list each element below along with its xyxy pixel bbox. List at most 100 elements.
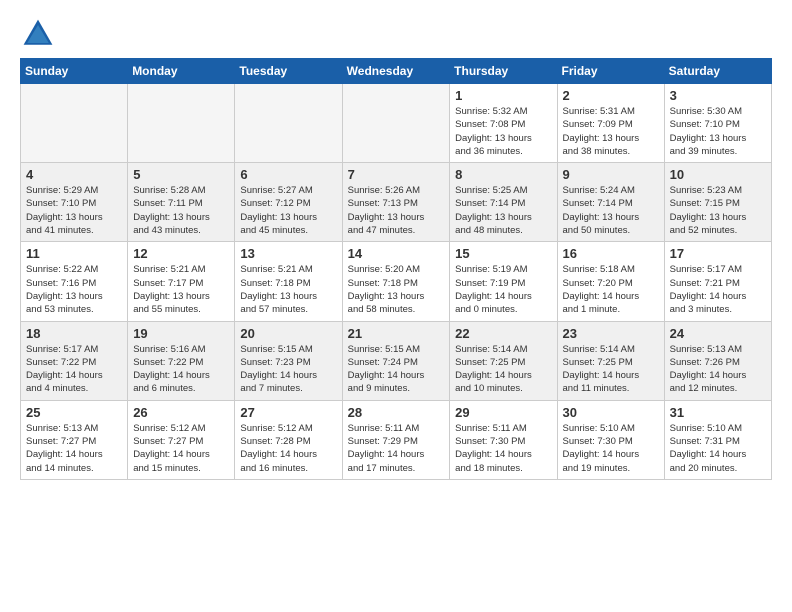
logo xyxy=(20,16,62,52)
day-info: Sunrise: 5:21 AM Sunset: 7:17 PM Dayligh… xyxy=(133,263,229,316)
logo-icon xyxy=(20,16,56,52)
day-info: Sunrise: 5:10 AM Sunset: 7:31 PM Dayligh… xyxy=(670,422,766,475)
day-number: 23 xyxy=(563,326,659,341)
day-number: 11 xyxy=(26,246,122,261)
day-info: Sunrise: 5:21 AM Sunset: 7:18 PM Dayligh… xyxy=(240,263,336,316)
calendar-cell: 4Sunrise: 5:29 AM Sunset: 7:10 PM Daylig… xyxy=(21,163,128,242)
day-number: 17 xyxy=(670,246,766,261)
day-number: 26 xyxy=(133,405,229,420)
calendar-cell: 12 Sunrise: 5:21 AM Sunset: 7:17 PM Dayli… xyxy=(128,242,235,321)
calendar-cell: 25Sunrise: 5:13 AM Sunset: 7:27 PM Dayli… xyxy=(21,400,128,479)
day-number: 27 xyxy=(240,405,336,420)
calendar-cell: 23 Sunrise: 5:14 AM Sunset: 7:25 PM Dayli… xyxy=(557,321,664,400)
calendar-cell: 10Sunrise: 5:23 AM Sunset: 7:15 PM Dayli… xyxy=(664,163,771,242)
day-number: 20 xyxy=(240,326,336,341)
day-info: Sunrise: 5:18 AM Sunset: 7:20 PM Dayligh… xyxy=(563,263,659,316)
day-info: Sunrise: 5:14 AM Sunset: 7:25 PM Dayligh… xyxy=(563,343,659,396)
calendar-cell xyxy=(21,84,128,163)
weekday-header: Tuesday xyxy=(235,59,342,84)
day-number: 19 xyxy=(133,326,229,341)
calendar-header-row: SundayMondayTuesdayWednesdayThursdayFrid… xyxy=(21,59,772,84)
day-info: Sunrise: 5:14 AM Sunset: 7:25 PM Dayligh… xyxy=(455,343,551,396)
page-header xyxy=(20,16,772,52)
calendar-cell: 24 Sunrise: 5:13 AM Sunset: 7:26 PM Dayli… xyxy=(664,321,771,400)
day-info: Sunrise: 5:20 AM Sunset: 7:18 PM Dayligh… xyxy=(348,263,445,316)
weekday-header: Wednesday xyxy=(342,59,450,84)
calendar-cell: 14 Sunrise: 5:20 AM Sunset: 7:18 PM Dayli… xyxy=(342,242,450,321)
day-info: Sunrise: 5:32 AM Sunset: 7:08 PM Dayligh… xyxy=(455,105,551,158)
calendar-cell: 29Sunrise: 5:11 AM Sunset: 7:30 PM Dayli… xyxy=(450,400,557,479)
day-info: Sunrise: 5:24 AM Sunset: 7:14 PM Dayligh… xyxy=(563,184,659,237)
calendar-cell: 3 Sunrise: 5:30 AM Sunset: 7:10 PM Daylig… xyxy=(664,84,771,163)
day-info: Sunrise: 5:11 AM Sunset: 7:29 PM Dayligh… xyxy=(348,422,445,475)
calendar-cell: 20 Sunrise: 5:15 AM Sunset: 7:23 PM Dayli… xyxy=(235,321,342,400)
day-number: 24 xyxy=(670,326,766,341)
day-info: Sunrise: 5:12 AM Sunset: 7:27 PM Dayligh… xyxy=(133,422,229,475)
calendar-cell xyxy=(235,84,342,163)
day-number: 12 xyxy=(133,246,229,261)
weekday-header: Sunday xyxy=(21,59,128,84)
day-info: Sunrise: 5:25 AM Sunset: 7:14 PM Dayligh… xyxy=(455,184,551,237)
calendar-cell: 21 Sunrise: 5:15 AM Sunset: 7:24 PM Dayli… xyxy=(342,321,450,400)
calendar-cell: 17 Sunrise: 5:17 AM Sunset: 7:21 PM Dayli… xyxy=(664,242,771,321)
calendar-week-row: 25Sunrise: 5:13 AM Sunset: 7:27 PM Dayli… xyxy=(21,400,772,479)
day-number: 28 xyxy=(348,405,445,420)
weekday-header: Saturday xyxy=(664,59,771,84)
calendar-cell: 31 Sunrise: 5:10 AM Sunset: 7:31 PM Dayli… xyxy=(664,400,771,479)
day-number: 15 xyxy=(455,246,551,261)
calendar-cell: 2 Sunrise: 5:31 AM Sunset: 7:09 PM Daylig… xyxy=(557,84,664,163)
day-info: Sunrise: 5:11 AM Sunset: 7:30 PM Dayligh… xyxy=(455,422,551,475)
day-number: 7 xyxy=(348,167,445,182)
day-number: 31 xyxy=(670,405,766,420)
day-info: Sunrise: 5:13 AM Sunset: 7:26 PM Dayligh… xyxy=(670,343,766,396)
calendar-cell: 11 Sunrise: 5:22 AM Sunset: 7:16 PM Dayli… xyxy=(21,242,128,321)
day-info: Sunrise: 5:22 AM Sunset: 7:16 PM Dayligh… xyxy=(26,263,122,316)
calendar-cell xyxy=(128,84,235,163)
calendar-week-row: 18 Sunrise: 5:17 AM Sunset: 7:22 PM Dayli… xyxy=(21,321,772,400)
calendar-cell: 15Sunrise: 5:19 AM Sunset: 7:19 PM Dayli… xyxy=(450,242,557,321)
day-number: 3 xyxy=(670,88,766,103)
day-info: Sunrise: 5:29 AM Sunset: 7:10 PM Dayligh… xyxy=(26,184,122,237)
day-info: Sunrise: 5:28 AM Sunset: 7:11 PM Dayligh… xyxy=(133,184,229,237)
calendar-cell: 5 Sunrise: 5:28 AM Sunset: 7:11 PM Daylig… xyxy=(128,163,235,242)
calendar-cell: 28 Sunrise: 5:11 AM Sunset: 7:29 PM Dayli… xyxy=(342,400,450,479)
day-info: Sunrise: 5:30 AM Sunset: 7:10 PM Dayligh… xyxy=(670,105,766,158)
calendar-cell: 22Sunrise: 5:14 AM Sunset: 7:25 PM Dayli… xyxy=(450,321,557,400)
calendar-cell: 16 Sunrise: 5:18 AM Sunset: 7:20 PM Dayli… xyxy=(557,242,664,321)
weekday-header: Friday xyxy=(557,59,664,84)
day-number: 5 xyxy=(133,167,229,182)
day-number: 2 xyxy=(563,88,659,103)
day-info: Sunrise: 5:15 AM Sunset: 7:23 PM Dayligh… xyxy=(240,343,336,396)
calendar-cell: 13Sunrise: 5:21 AM Sunset: 7:18 PM Dayli… xyxy=(235,242,342,321)
calendar-cell: 27 Sunrise: 5:12 AM Sunset: 7:28 PM Dayli… xyxy=(235,400,342,479)
calendar-cell: 26 Sunrise: 5:12 AM Sunset: 7:27 PM Dayli… xyxy=(128,400,235,479)
day-info: Sunrise: 5:10 AM Sunset: 7:30 PM Dayligh… xyxy=(563,422,659,475)
day-number: 25 xyxy=(26,405,122,420)
day-number: 9 xyxy=(563,167,659,182)
day-number: 8 xyxy=(455,167,551,182)
calendar-cell: 6 Sunrise: 5:27 AM Sunset: 7:12 PM Daylig… xyxy=(235,163,342,242)
day-number: 6 xyxy=(240,167,336,182)
weekday-header: Monday xyxy=(128,59,235,84)
calendar-cell: 9 Sunrise: 5:24 AM Sunset: 7:14 PM Daylig… xyxy=(557,163,664,242)
day-number: 16 xyxy=(563,246,659,261)
calendar-cell: 19Sunrise: 5:16 AM Sunset: 7:22 PM Dayli… xyxy=(128,321,235,400)
calendar-cell: 1 Sunrise: 5:32 AM Sunset: 7:08 PM Daylig… xyxy=(450,84,557,163)
calendar-week-row: 1 Sunrise: 5:32 AM Sunset: 7:08 PM Daylig… xyxy=(21,84,772,163)
day-number: 30 xyxy=(563,405,659,420)
day-number: 18 xyxy=(26,326,122,341)
day-info: Sunrise: 5:17 AM Sunset: 7:22 PM Dayligh… xyxy=(26,343,122,396)
day-info: Sunrise: 5:12 AM Sunset: 7:28 PM Dayligh… xyxy=(240,422,336,475)
day-info: Sunrise: 5:17 AM Sunset: 7:21 PM Dayligh… xyxy=(670,263,766,316)
day-info: Sunrise: 5:31 AM Sunset: 7:09 PM Dayligh… xyxy=(563,105,659,158)
calendar-week-row: 11 Sunrise: 5:22 AM Sunset: 7:16 PM Dayli… xyxy=(21,242,772,321)
day-number: 21 xyxy=(348,326,445,341)
calendar-cell xyxy=(342,84,450,163)
calendar-cell: 30 Sunrise: 5:10 AM Sunset: 7:30 PM Dayli… xyxy=(557,400,664,479)
day-number: 14 xyxy=(348,246,445,261)
day-info: Sunrise: 5:27 AM Sunset: 7:12 PM Dayligh… xyxy=(240,184,336,237)
day-number: 10 xyxy=(670,167,766,182)
day-number: 1 xyxy=(455,88,551,103)
calendar-cell: 18 Sunrise: 5:17 AM Sunset: 7:22 PM Dayli… xyxy=(21,321,128,400)
day-info: Sunrise: 5:15 AM Sunset: 7:24 PM Dayligh… xyxy=(348,343,445,396)
